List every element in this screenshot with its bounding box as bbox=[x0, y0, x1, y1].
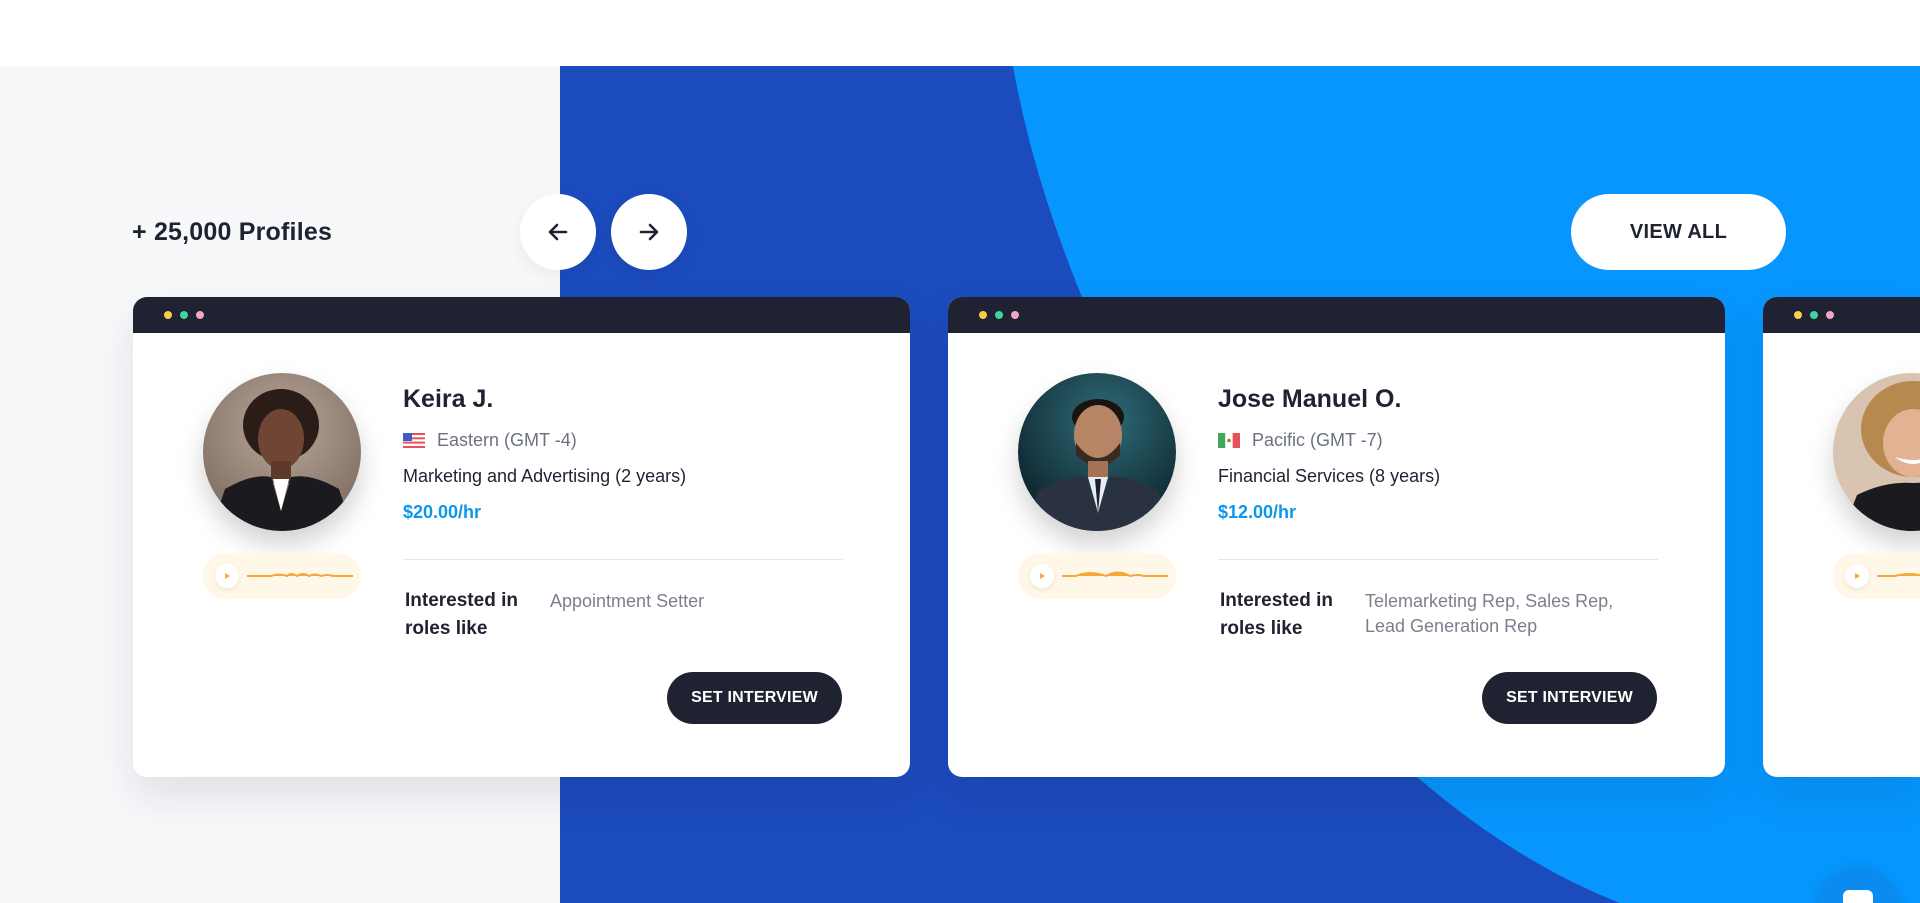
hourly-rate: $20.00/hr bbox=[403, 502, 482, 522]
window-dot-yellow bbox=[1794, 311, 1802, 319]
avatar bbox=[1018, 373, 1176, 531]
industry-experience: Financial Services (8 years) bbox=[1218, 466, 1441, 486]
mexico-flag-icon bbox=[1218, 433, 1240, 448]
play-button[interactable] bbox=[1845, 564, 1869, 588]
play-icon bbox=[225, 573, 230, 579]
chat-icon bbox=[1843, 890, 1873, 903]
view-all-button[interactable]: VIEW ALL bbox=[1571, 194, 1786, 270]
set-interview-button[interactable]: SET INTERVIEW bbox=[1482, 672, 1657, 724]
us-flag-icon bbox=[403, 433, 425, 448]
card-window-bar bbox=[1763, 297, 1920, 333]
roles-list: Telemarketing Rep, Sales Rep, Lead Gener… bbox=[1365, 591, 1614, 636]
candidate-name: Keira J. bbox=[403, 385, 494, 413]
profiles-count: + 25,000 Profiles bbox=[132, 218, 333, 246]
industry-experience: Marketing and Advertising (2 years) bbox=[403, 466, 687, 486]
window-dot-yellow bbox=[979, 311, 987, 319]
set-interview-button[interactable]: SET INTERVIEW bbox=[667, 672, 842, 724]
arrow-left-icon bbox=[548, 223, 568, 241]
next-button[interactable] bbox=[611, 194, 687, 270]
window-dot-pink bbox=[1826, 311, 1834, 319]
avatar bbox=[1833, 373, 1920, 531]
play-button[interactable] bbox=[215, 564, 239, 588]
window-dot-green bbox=[1810, 311, 1818, 319]
window-dot-green bbox=[180, 311, 188, 319]
timezone-label: Eastern (GMT -4) bbox=[437, 430, 577, 450]
profile-card: Jose Manuel O. Pacific (GMT -7) Financia… bbox=[948, 297, 1725, 777]
timezone-label: Pacific (GMT -7) bbox=[1252, 430, 1383, 450]
top-strip bbox=[0, 0, 1920, 66]
hourly-rate: $12.00/hr bbox=[1218, 502, 1297, 522]
audio-player[interactable] bbox=[1833, 553, 1920, 599]
roles-list: Appointment Setter bbox=[550, 591, 705, 611]
play-button[interactable] bbox=[1030, 564, 1054, 588]
play-icon bbox=[1855, 573, 1860, 579]
interested-label: Interested in roles like bbox=[405, 590, 518, 639]
audio-waveform bbox=[1877, 573, 1920, 577]
profile-card-partial bbox=[1763, 297, 1920, 777]
card-window-bar bbox=[948, 297, 1725, 333]
candidate-name: Jose Manuel O. bbox=[1218, 385, 1402, 413]
window-dot-pink bbox=[1011, 311, 1019, 319]
audio-player[interactable] bbox=[1018, 553, 1176, 599]
window-dot-yellow bbox=[164, 311, 172, 319]
audio-player[interactable] bbox=[203, 553, 361, 599]
timezone-row: Eastern (GMT -4) bbox=[403, 430, 577, 451]
timezone-row: Pacific (GMT -7) bbox=[1218, 430, 1383, 451]
card-window-bar bbox=[133, 297, 910, 333]
interested-label: Interested in roles like bbox=[1220, 590, 1333, 639]
play-icon bbox=[1040, 573, 1045, 579]
window-dot-pink bbox=[196, 311, 204, 319]
divider bbox=[1218, 559, 1658, 560]
window-dot-green bbox=[995, 311, 1003, 319]
arrow-right-icon bbox=[639, 223, 659, 241]
profile-card: Keira J. Eastern (GMT -4) Marketing and … bbox=[133, 297, 910, 777]
audio-waveform bbox=[1062, 571, 1168, 578]
divider bbox=[403, 559, 843, 560]
audio-waveform bbox=[247, 573, 353, 578]
avatar bbox=[203, 373, 361, 531]
previous-button[interactable] bbox=[520, 194, 596, 270]
